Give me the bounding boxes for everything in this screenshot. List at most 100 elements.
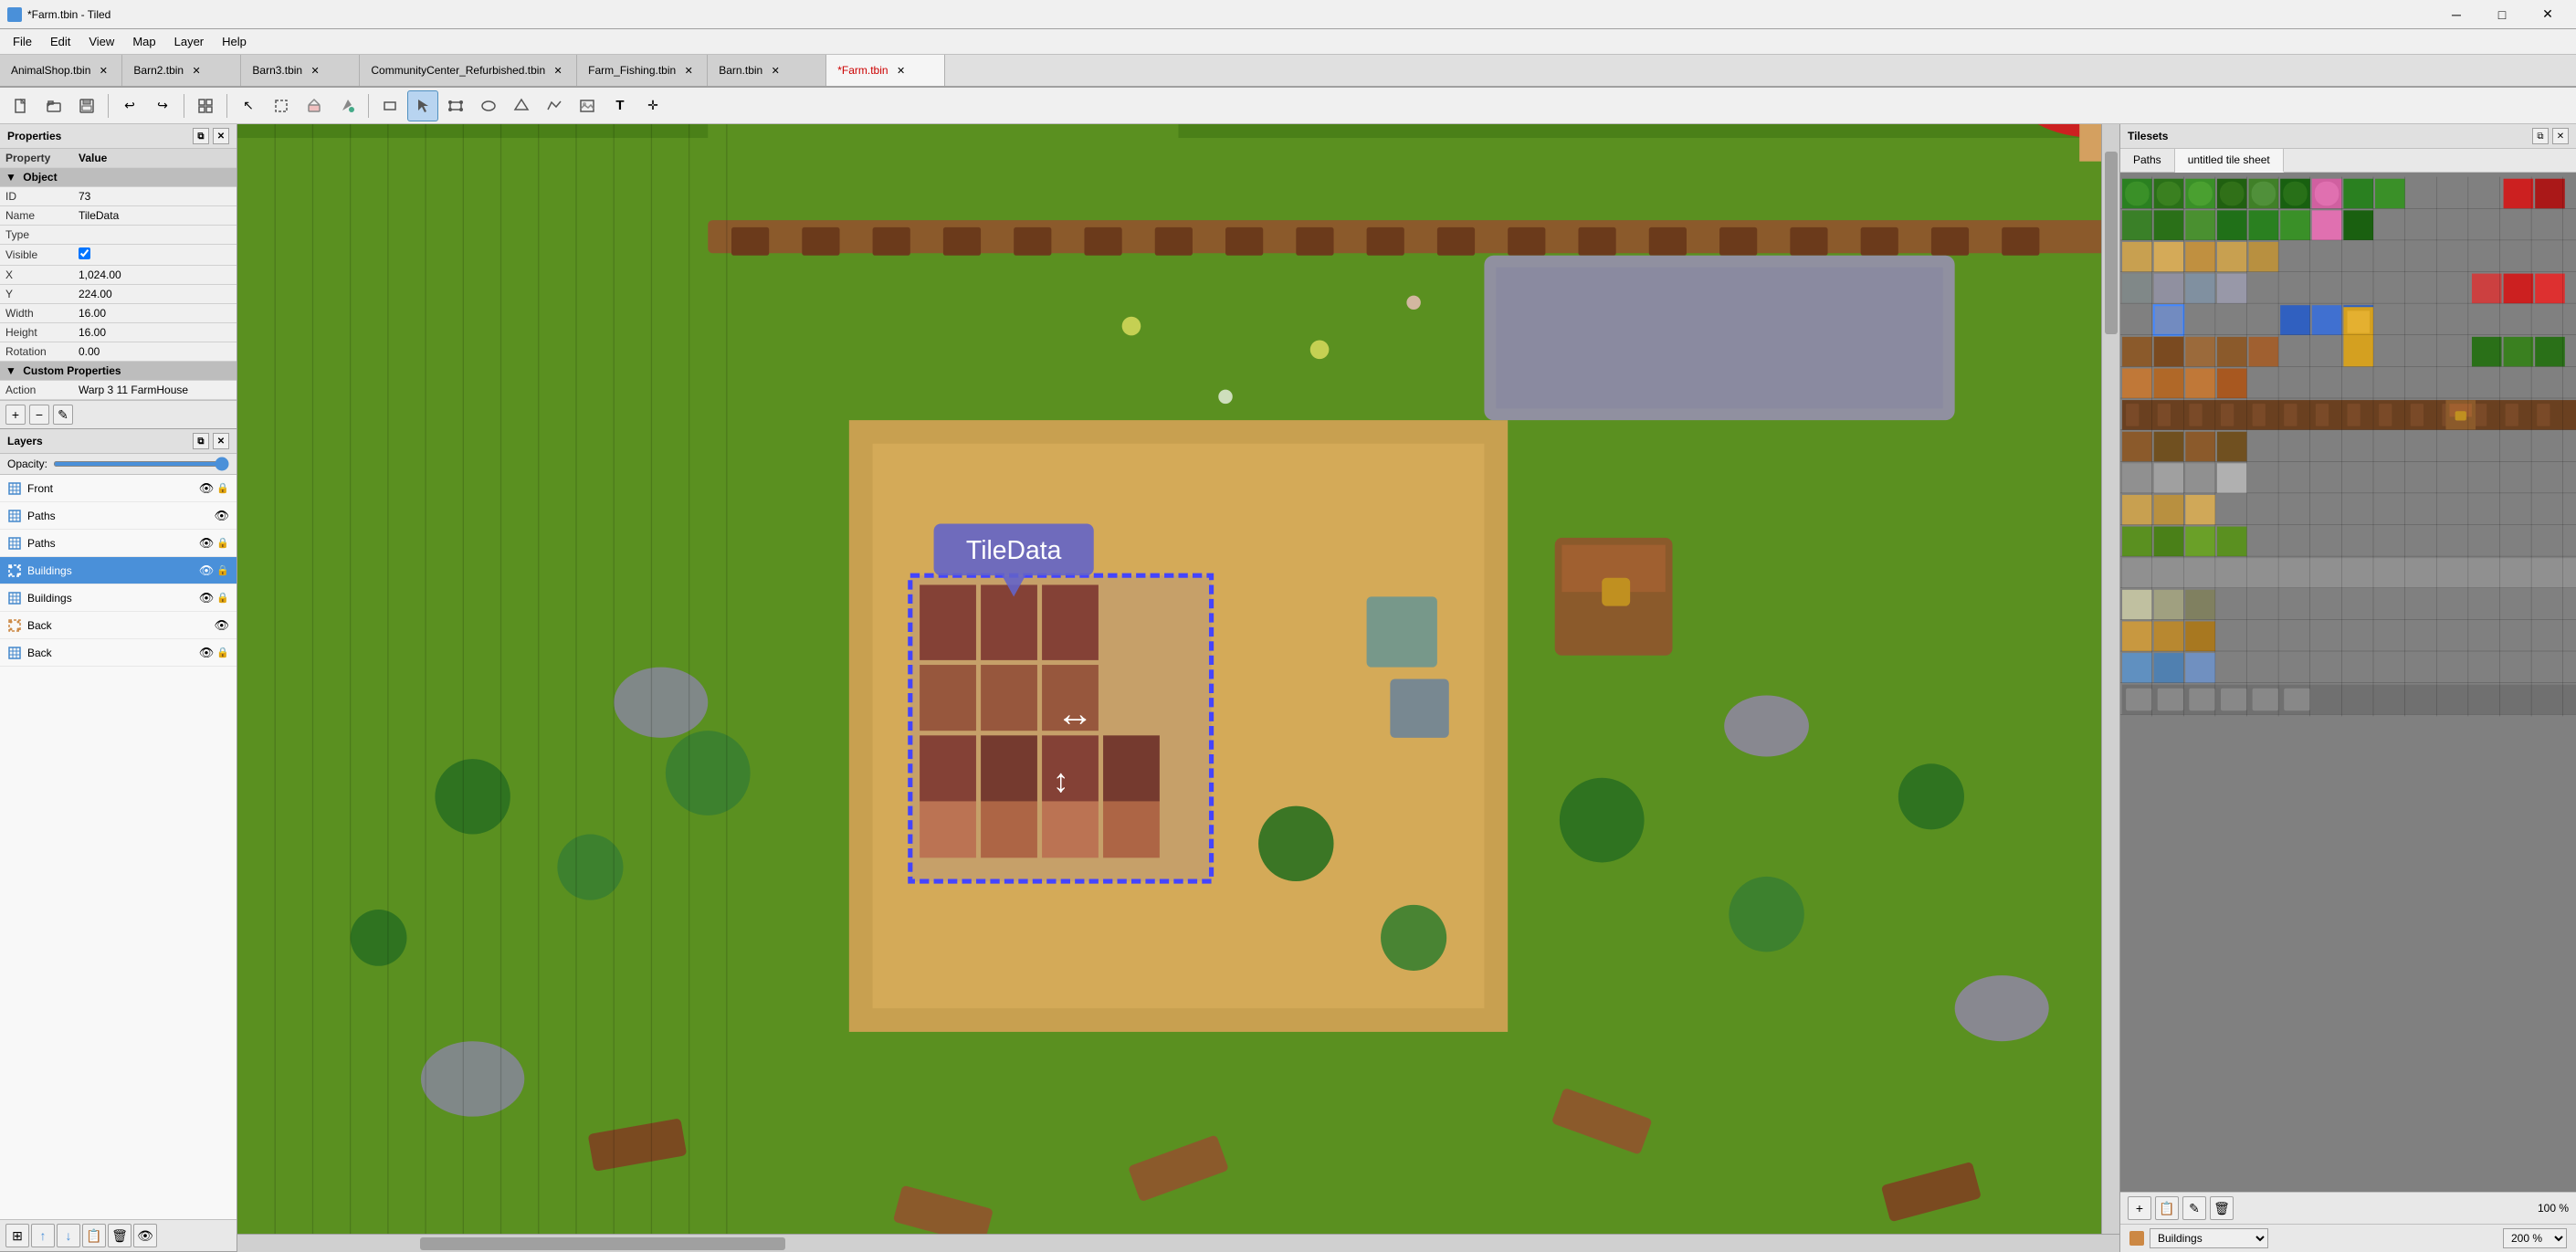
layer-buildings-obj-eye[interactable]: 👁 bbox=[199, 563, 215, 578]
rect-obj-tool[interactable] bbox=[440, 90, 471, 121]
layer-item-front[interactable]: Front 👁 🔒 bbox=[0, 475, 237, 502]
prop-row-visible: Visible bbox=[0, 245, 237, 266]
opacity-slider[interactable] bbox=[53, 461, 229, 467]
add-layer-btn[interactable]: ⊞ bbox=[5, 1224, 29, 1247]
tab-close-barn[interactable]: ✕ bbox=[768, 63, 783, 78]
tilesets-float-btn[interactable]: ⧉ bbox=[2532, 128, 2549, 144]
menu-view[interactable]: View bbox=[79, 31, 123, 52]
tab-close-animalshop[interactable]: ✕ bbox=[96, 63, 110, 78]
menu-file[interactable]: File bbox=[4, 31, 41, 52]
layer-zoom-select[interactable]: 200 % 100 % 150 % 50 % bbox=[2503, 1228, 2567, 1248]
layer-paths1-eye[interactable]: 👁 bbox=[214, 509, 229, 523]
prop-name-value[interactable]: TileData bbox=[73, 206, 237, 226]
deselect-tool[interactable] bbox=[266, 90, 297, 121]
layer-front-eye[interactable]: 👁 bbox=[199, 481, 215, 496]
image-tool[interactable] bbox=[572, 90, 603, 121]
layer-item-paths1[interactable]: Paths 👁 bbox=[0, 502, 237, 530]
layers-float-btn[interactable]: ⧉ bbox=[193, 433, 209, 449]
prop-visible-value[interactable] bbox=[73, 245, 237, 266]
layer-back-tile-lock[interactable]: 🔒 bbox=[216, 647, 229, 658]
tab-animalshop[interactable]: AnimalShop.tbin ✕ bbox=[0, 55, 122, 86]
layer-buildings-tile-lock[interactable]: 🔒 bbox=[216, 592, 229, 604]
eraser-tool[interactable] bbox=[299, 90, 330, 121]
canvas-scrollbar-v-thumb[interactable] bbox=[2105, 152, 2118, 334]
prop-x-value: 1,024.00 bbox=[73, 266, 237, 285]
move-layer-up-btn[interactable]: ↑ bbox=[31, 1224, 55, 1247]
layer-item-paths2[interactable]: Paths 👁 🔒 bbox=[0, 530, 237, 557]
layer-paths2-eye[interactable]: 👁 bbox=[199, 536, 215, 551]
active-layer-select[interactable]: Buildings Front Paths Back bbox=[2150, 1228, 2268, 1248]
tilesets-close-btn[interactable]: ✕ bbox=[2552, 128, 2569, 144]
maximize-button[interactable]: □ bbox=[2481, 0, 2523, 29]
redo-button[interactable]: ↪ bbox=[147, 90, 178, 121]
snap-button[interactable] bbox=[190, 90, 221, 121]
open-button[interactable] bbox=[38, 90, 69, 121]
toggle-other-layers-btn[interactable]: 👁 bbox=[133, 1224, 157, 1247]
tab-barn2[interactable]: Barn2.tbin ✕ bbox=[122, 55, 241, 86]
delete-tileset-btn[interactable]: 🗑 bbox=[2210, 1196, 2234, 1220]
save-button[interactable] bbox=[71, 90, 102, 121]
duplicate-layer-btn[interactable]: 📋 bbox=[82, 1224, 106, 1247]
menu-layer[interactable]: Layer bbox=[165, 31, 214, 52]
tab-communitycenter[interactable]: CommunityCenter_Refurbished.tbin ✕ bbox=[360, 55, 577, 86]
properties-scroll[interactable]: Property Value ▼ Object ID bbox=[0, 149, 237, 400]
polygon-tool[interactable] bbox=[506, 90, 537, 121]
tab-close-farmfishing[interactable]: ✕ bbox=[681, 63, 696, 78]
canvas-scrollbar-v[interactable] bbox=[2101, 124, 2119, 1234]
properties-float-btn[interactable]: ⧉ bbox=[193, 128, 209, 144]
delete-layer-btn[interactable]: 🗑 bbox=[108, 1224, 131, 1247]
map-canvas[interactable]: ↔ ↕ TileData bbox=[237, 124, 2119, 1234]
properties-close-btn[interactable]: ✕ bbox=[213, 128, 229, 144]
fill-tool[interactable] bbox=[331, 90, 363, 121]
canvas-area[interactable]: ↔ ↕ TileData bbox=[237, 124, 2119, 1252]
menu-edit[interactable]: Edit bbox=[41, 31, 79, 52]
tab-paths[interactable]: Paths bbox=[2120, 149, 2175, 172]
layer-item-back-tile[interactable]: Back 👁 🔒 bbox=[0, 639, 237, 667]
remove-property-btn[interactable]: − bbox=[29, 405, 49, 425]
select-tool[interactable]: ↖ bbox=[233, 90, 264, 121]
layer-paths2-lock[interactable]: 🔒 bbox=[216, 537, 229, 549]
select-obj-tool[interactable] bbox=[407, 90, 438, 121]
tab-close-farm[interactable]: ✕ bbox=[894, 63, 909, 78]
polyline-tool[interactable] bbox=[539, 90, 570, 121]
edit-tileset-btn[interactable]: ✎ bbox=[2182, 1196, 2206, 1220]
tab-barn[interactable]: Barn.tbin ✕ bbox=[708, 55, 826, 86]
move-tool[interactable]: ✛ bbox=[637, 90, 668, 121]
close-button[interactable]: ✕ bbox=[2527, 0, 2569, 29]
canvas-scrollbar-h-thumb[interactable] bbox=[420, 1237, 785, 1250]
select-rect-tool[interactable] bbox=[374, 90, 405, 121]
layer-item-back-obj[interactable]: Back 👁 bbox=[0, 612, 237, 639]
layer-back-tile-eye[interactable]: 👁 bbox=[199, 646, 215, 660]
tab-close-barn2[interactable]: ✕ bbox=[189, 63, 204, 78]
edit-property-btn[interactable]: ✎ bbox=[53, 405, 73, 425]
layer-item-buildings-tile[interactable]: Buildings 👁 🔒 bbox=[0, 584, 237, 612]
tileset-content[interactable] bbox=[2120, 173, 2576, 1192]
layer-buildings-obj-lock[interactable]: 🔒 bbox=[216, 564, 229, 576]
tab-farmfishing[interactable]: Farm_Fishing.tbin ✕ bbox=[577, 55, 708, 86]
canvas-scrollbar-h[interactable] bbox=[237, 1234, 2119, 1252]
embed-tileset-btn[interactable]: 📋 bbox=[2155, 1196, 2179, 1220]
tab-barn3[interactable]: Barn3.tbin ✕ bbox=[241, 55, 360, 86]
canvas-content[interactable]: ↔ ↕ TileData bbox=[237, 124, 2119, 1252]
new-button[interactable] bbox=[5, 90, 37, 121]
add-property-btn[interactable]: + bbox=[5, 405, 26, 425]
add-tileset-btn[interactable]: + bbox=[2128, 1196, 2151, 1220]
window-controls[interactable]: ─ □ ✕ bbox=[2435, 0, 2569, 29]
layer-item-buildings-obj[interactable]: Buildings 👁 🔒 bbox=[0, 557, 237, 584]
menu-map[interactable]: Map bbox=[123, 31, 164, 52]
layer-buildings-tile-eye[interactable]: 👁 bbox=[199, 591, 215, 605]
layers-list[interactable]: Front 👁 🔒 Paths 👁 bbox=[0, 475, 237, 1219]
move-layer-down-btn[interactable]: ↓ bbox=[57, 1224, 80, 1247]
undo-button[interactable]: ↩ bbox=[114, 90, 145, 121]
menu-help[interactable]: Help bbox=[213, 31, 256, 52]
layer-back-obj-eye[interactable]: 👁 bbox=[214, 618, 229, 633]
tab-untitled-sheet[interactable]: untitled tile sheet bbox=[2175, 149, 2284, 173]
layers-close-btn[interactable]: ✕ bbox=[213, 433, 229, 449]
tab-farm[interactable]: *Farm.tbin ✕ bbox=[826, 55, 945, 88]
tab-close-communitycenter[interactable]: ✕ bbox=[551, 63, 565, 78]
minimize-button[interactable]: ─ bbox=[2435, 0, 2477, 29]
tab-close-barn3[interactable]: ✕ bbox=[308, 63, 322, 78]
text-tool[interactable]: T bbox=[605, 90, 636, 121]
ellipse-obj-tool[interactable] bbox=[473, 90, 504, 121]
layer-front-lock[interactable]: 🔒 bbox=[216, 482, 229, 494]
